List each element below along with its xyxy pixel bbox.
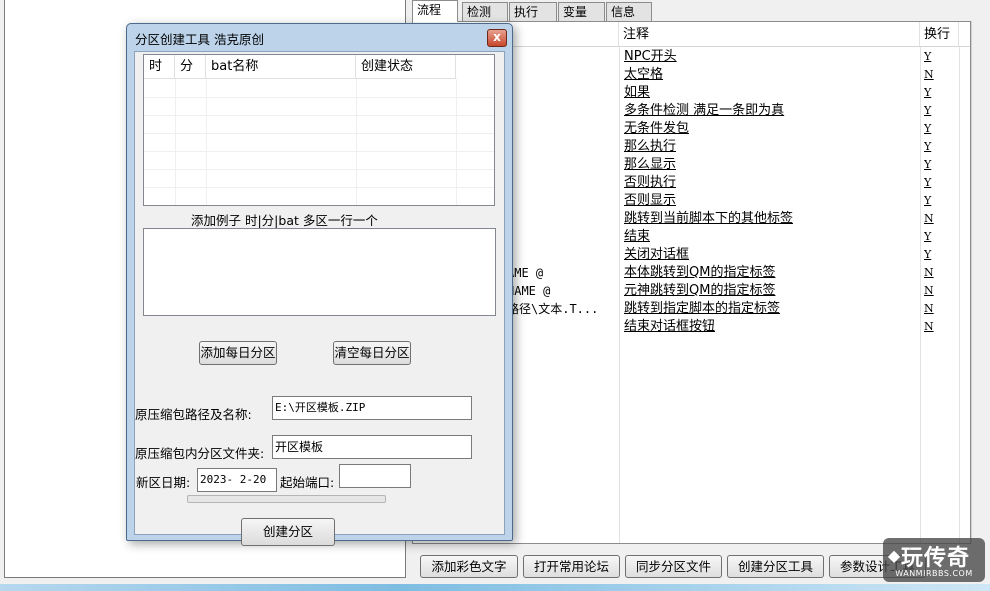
close-icon[interactable]: x: [487, 29, 507, 47]
row-note: 如果: [624, 85, 651, 100]
new-date-picker[interactable]: 2023- 2-20: [197, 468, 277, 492]
taskbar-edge: [0, 584, 990, 591]
row-note: 结束对话框按钮: [624, 319, 716, 334]
row-command: [507, 174, 617, 192]
list-gridline: [144, 169, 494, 170]
row-note: 本体跳转到QM的指定标签: [624, 265, 776, 280]
list-header-minute[interactable]: 分: [175, 55, 206, 79]
daily-partition-memo[interactable]: [143, 228, 496, 316]
row-command: NAME @: [507, 284, 551, 298]
row-wrap-flag: Y: [924, 194, 932, 207]
tab-execute[interactable]: 执行: [509, 2, 557, 22]
list-gridline: [144, 151, 494, 152]
column-header-note[interactable]: 注释: [619, 22, 920, 46]
tab-check[interactable]: 检测: [462, 2, 508, 22]
archive-path-label: 原压缩包路径及名称:: [135, 407, 252, 422]
row-note: 多条件检测 满足一条即为真: [624, 103, 785, 118]
row-command: [507, 84, 617, 102]
archive-path-input[interactable]: E:\开区模板.ZIP: [272, 396, 472, 420]
grid-scrollbar[interactable]: [971, 21, 988, 544]
list-header-bat-name[interactable]: bat名称: [206, 55, 356, 79]
row-command: [507, 48, 617, 66]
tab-variable[interactable]: 变量: [558, 2, 605, 22]
new-date-label: 新区日期:: [136, 475, 191, 490]
row-command: [507, 192, 617, 210]
watermark-logo-icon: ◆: [887, 546, 901, 565]
row-note: 那么执行: [624, 139, 677, 154]
clear-daily-partition-button[interactable]: 清空每日分区: [333, 341, 411, 365]
progress-bar: [187, 495, 386, 503]
row-command: [507, 210, 617, 228]
list-header-hour[interactable]: 时: [144, 55, 175, 79]
open-forum-button[interactable]: 打开常用论坛: [523, 555, 620, 578]
partition-tool-dialog: 分区创建工具 浩克原创 x 时 分 bat名称 创建状态 添加例子 时|分|ba…: [126, 23, 513, 546]
row-wrap-flag: Y: [924, 158, 932, 171]
row-command: [507, 318, 617, 336]
row-note: 元神跳转到QM的指定标签: [624, 283, 776, 298]
row-wrap-flag: N: [924, 266, 934, 279]
tab-info[interactable]: 信息: [606, 2, 652, 22]
tab-flow[interactable]: 流程: [412, 0, 458, 22]
row-wrap-flag: N: [924, 320, 934, 333]
row-wrap-flag: Y: [924, 248, 932, 261]
schedule-list[interactable]: 时 分 bat名称 创建状态: [143, 54, 495, 206]
row-command: [507, 156, 617, 174]
watermark-title: 玩传奇: [901, 546, 971, 571]
row-wrap-flag: Y: [924, 86, 932, 99]
row-note: 跳转到指定脚本的指定标签: [624, 301, 781, 316]
row-wrap-flag: N: [924, 212, 934, 225]
row-wrap-flag: Y: [924, 176, 932, 189]
row-wrap-flag: N: [924, 302, 934, 315]
row-note: 否则执行: [624, 175, 677, 190]
sync-partition-files-button[interactable]: 同步分区文件: [625, 555, 722, 578]
row-note: NPC开头: [624, 49, 677, 64]
row-command: 路径\文本.T...: [507, 302, 599, 316]
site-watermark: ◆ 玩传奇 WANMIRBBS.COM: [883, 538, 985, 582]
row-command: [507, 228, 617, 246]
list-gridline: [144, 97, 494, 98]
row-wrap-flag: Y: [924, 230, 932, 243]
row-wrap-flag: Y: [924, 104, 932, 117]
row-command: AME @: [507, 266, 544, 280]
column-header-wrap[interactable]: 换行: [920, 22, 959, 46]
partition-tool-button[interactable]: 创建分区工具: [727, 555, 824, 578]
row-note: 关闭对话框: [624, 247, 690, 262]
start-port-label: 起始端口:: [280, 475, 335, 490]
list-gridline: [144, 115, 494, 116]
archive-folder-label: 原压缩包内分区文件夹:: [135, 446, 265, 461]
start-port-input[interactable]: [339, 464, 411, 488]
row-wrap-flag: N: [924, 284, 934, 297]
row-command: [507, 120, 617, 138]
row-note: 无条件发包: [624, 121, 690, 136]
watermark-url: WANMIRBBS.COM: [895, 569, 973, 578]
row-note: 结束: [624, 229, 651, 244]
row-command: [507, 138, 617, 156]
row-note: 跳转到当前脚本下的其他标签: [624, 211, 794, 226]
row-command: [507, 66, 617, 84]
row-note: 否则显示: [624, 193, 677, 208]
row-command: [507, 102, 617, 120]
add-daily-partition-button[interactable]: 添加每日分区: [199, 341, 277, 365]
row-wrap-flag: Y: [924, 50, 932, 63]
row-wrap-flag: Y: [924, 140, 932, 153]
row-note: 太空格: [624, 67, 664, 82]
dialog-title: 分区创建工具 浩克原创: [135, 32, 264, 47]
archive-folder-input[interactable]: 开区模板: [272, 435, 472, 459]
row-note: 那么显示: [624, 157, 677, 172]
row-wrap-flag: Y: [924, 122, 932, 135]
dialog-body: 时 分 bat名称 创建状态 添加例子 时|分|bat 多区一行一个 添加每日分…: [134, 51, 505, 546]
list-header-status[interactable]: 创建状态: [356, 55, 456, 79]
row-wrap-flag: N: [924, 68, 934, 81]
list-gridline: [144, 133, 494, 134]
row-command: [507, 246, 617, 264]
add-color-text-button[interactable]: 添加彩色文字: [420, 555, 518, 578]
list-gridline: [144, 187, 494, 188]
create-partition-button[interactable]: 创建分区: [241, 518, 335, 546]
example-hint-label: 添加例子 时|分|bat 多区一行一个: [191, 213, 378, 228]
